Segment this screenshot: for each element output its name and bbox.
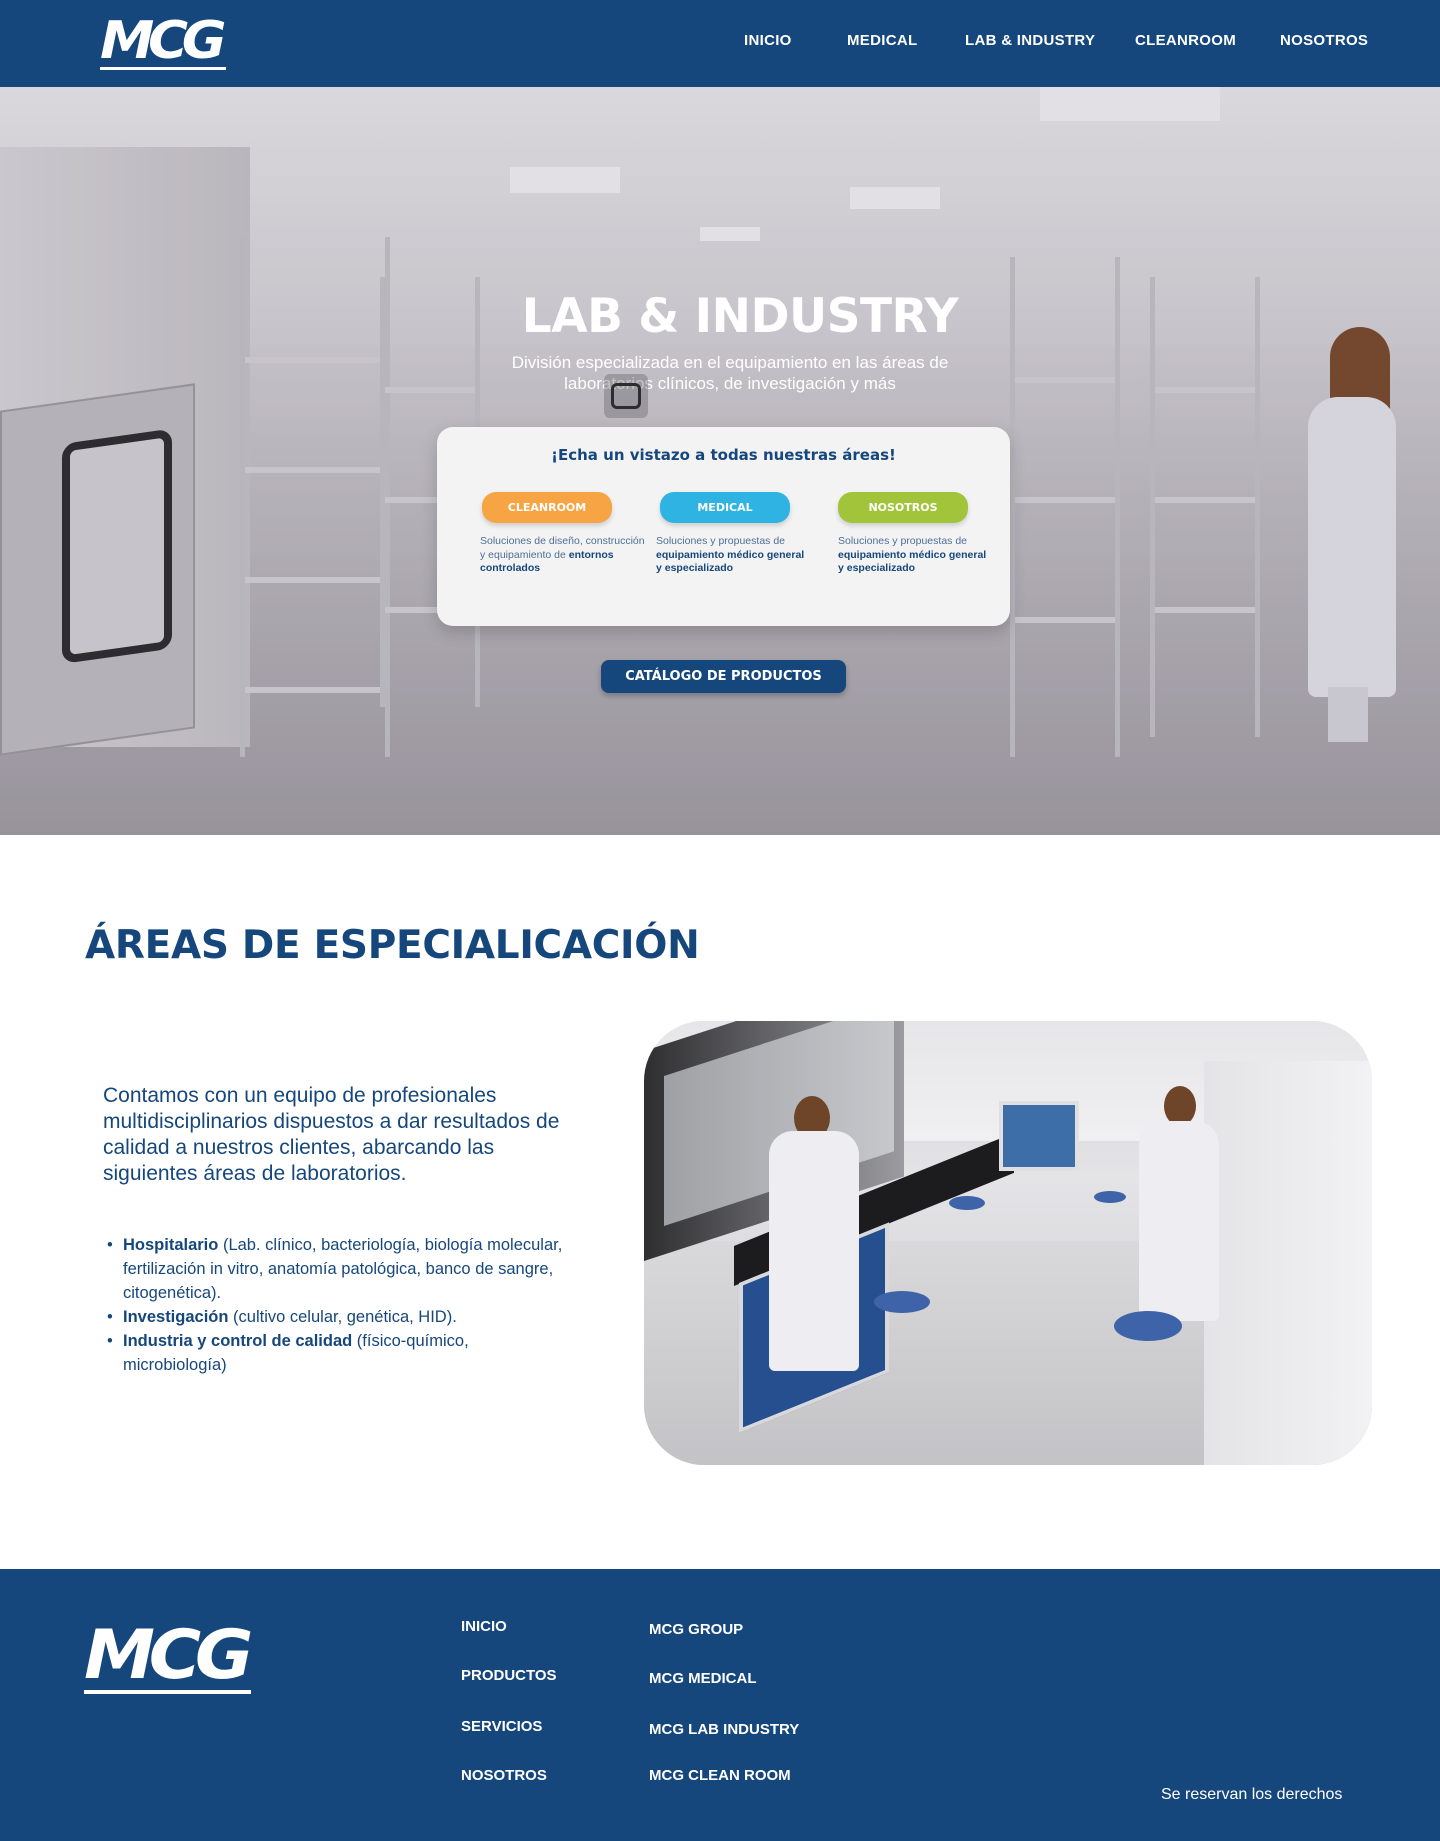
- intro-paragraph: Contamos con un equipo de profesionales …: [103, 1084, 560, 1185]
- medical-description: Soluciones y propuestas de equipamiento …: [656, 535, 806, 576]
- photo-person-head: [1164, 1086, 1196, 1126]
- list-item-title: Industria y control de calidad: [123, 1332, 353, 1350]
- footer-link-mcg-medical[interactable]: MCG MEDICAL: [649, 1669, 757, 1689]
- nosotros-description-text: Soluciones y propuestas de: [838, 535, 967, 547]
- laboratory-photo: [644, 1021, 1372, 1465]
- specialization-list: Hospitalario (Lab. clínico, bacteriologí…: [107, 1233, 567, 1377]
- photo-person: [769, 1131, 859, 1371]
- mcg-logo[interactable]: MCG: [100, 11, 227, 71]
- list-item-text: (cultivo celular, genética, HID).: [228, 1308, 457, 1326]
- hero-subtitle: División especializada en el equipamient…: [511, 353, 949, 393]
- site-header: MCG INICIO MEDICAL LAB & INDUSTRY CLEANR…: [0, 0, 1440, 87]
- footer-link-nosotros[interactable]: NOSOTROS: [461, 1766, 547, 1786]
- footer-link-servicios[interactable]: SERVICIOS: [461, 1717, 542, 1737]
- nav-nosotros[interactable]: NOSOTROS: [1280, 30, 1368, 52]
- nosotros-description-bold: equipamiento médico general y especializ…: [838, 548, 987, 575]
- photo-stool: [1114, 1311, 1182, 1341]
- medical-description-text: Soluciones y propuestas de: [656, 535, 785, 547]
- nav-medical[interactable]: MEDICAL: [847, 30, 917, 52]
- medical-button[interactable]: MEDICAL: [660, 492, 790, 523]
- footer-link-productos[interactable]: PRODUCTOS: [461, 1666, 557, 1686]
- video-control-icon[interactable]: [604, 374, 648, 418]
- footer-link-inicio[interactable]: INICIO: [461, 1617, 507, 1637]
- nosotros-description: Soluciones y propuestas de equipamiento …: [838, 535, 988, 576]
- logo-text: MCG: [100, 11, 227, 71]
- footer-logo-text: MCG: [84, 1616, 253, 1695]
- list-item: Hospitalario (Lab. clínico, bacteriologí…: [107, 1233, 567, 1305]
- photo-person: [1139, 1121, 1219, 1321]
- nav-lab-industry[interactable]: LAB & INDUSTRY: [965, 30, 1095, 52]
- medical-description-bold: equipamiento médico general y especializ…: [656, 548, 805, 575]
- photo-lab-fridge: [1204, 1061, 1372, 1465]
- photo-stool: [1094, 1191, 1126, 1203]
- nav-inicio[interactable]: INICIO: [744, 30, 792, 52]
- list-item: Industria y control de calidad (físico-q…: [107, 1329, 567, 1377]
- footer-link-mcg-group[interactable]: MCG GROUP: [649, 1620, 743, 1640]
- cleanroom-button[interactable]: CLEANROOM: [482, 492, 612, 523]
- nosotros-button[interactable]: NOSOTROS: [838, 492, 968, 523]
- hero-section: LAB & INDUSTRY División especializada en…: [0, 87, 1440, 835]
- photo-stool: [949, 1196, 985, 1210]
- footer-link-mcg-clean-room[interactable]: MCG CLEAN ROOM: [649, 1766, 791, 1786]
- areas-card-title: ¡Echa un vistazo a todas nuestras áreas!: [551, 446, 896, 464]
- list-item: Investigación (cultivo celular, genética…: [107, 1305, 567, 1329]
- areas-card: ¡Echa un vistazo a todas nuestras áreas!…: [437, 427, 1010, 626]
- hero-title: LAB & INDUSTRY: [521, 289, 959, 344]
- footer-mcg-logo[interactable]: MCG: [84, 1622, 253, 1694]
- list-item-title: Hospitalario: [123, 1236, 219, 1254]
- footer-link-mcg-lab-industry[interactable]: MCG LAB INDUSTRY: [649, 1720, 799, 1740]
- rights-text: Se reservan los derechos: [1161, 1786, 1343, 1803]
- nav-cleanroom[interactable]: CLEANROOM: [1135, 30, 1236, 52]
- section-title: ÁREAS DE ESPECIALICACIÓN: [85, 923, 700, 968]
- photo-window: [999, 1101, 1079, 1171]
- cleanroom-description-text: Soluciones de diseño, construcción y equ…: [480, 535, 645, 561]
- catalog-button[interactable]: CATÁLOGO DE PRODUCTOS: [601, 660, 846, 693]
- list-item-title: Investigación: [123, 1308, 229, 1326]
- photo-stool: [874, 1291, 930, 1313]
- cleanroom-description: Soluciones de diseño, construcción y equ…: [480, 535, 648, 576]
